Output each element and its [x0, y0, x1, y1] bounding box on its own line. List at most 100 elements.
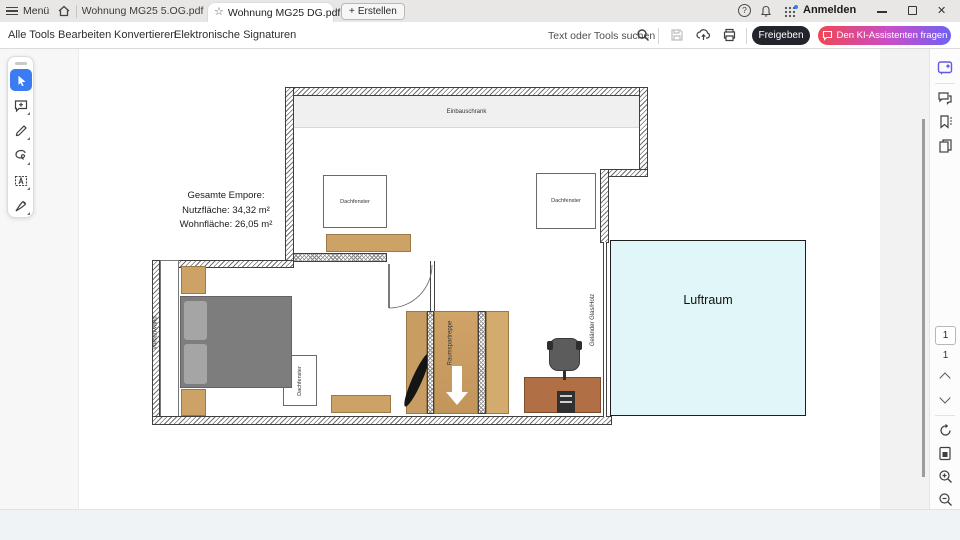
save-icon[interactable] — [670, 28, 684, 42]
quick-tools-palette — [7, 56, 34, 218]
divider — [935, 415, 955, 416]
page-number-input[interactable]: 1 — [935, 326, 956, 345]
window-close-icon[interactable]: ✕ — [937, 4, 946, 17]
create-label: Erstellen — [358, 6, 397, 17]
menu-alle-tools[interactable]: Alle Tools — [8, 29, 55, 41]
tab-wohnung-5og[interactable]: Wohnung MG25 5.OG.pdf — [80, 0, 205, 22]
share-button[interactable]: Freigeben — [752, 26, 810, 45]
notification-dot — [794, 5, 798, 9]
menu-button[interactable]: Menü — [6, 3, 49, 19]
cloud-upload-icon[interactable] — [696, 28, 711, 42]
pages-panel-button[interactable] — [936, 137, 954, 155]
cursor-icon — [15, 74, 28, 87]
zoom-in-button[interactable] — [936, 467, 954, 485]
next-page-button[interactable] — [939, 392, 950, 403]
help-icon[interactable]: ? — [738, 4, 751, 17]
wall-closet-right — [639, 87, 648, 173]
bookmark-icon — [938, 114, 953, 130]
left-tool-strip — [0, 49, 79, 509]
sideboard-top — [326, 234, 411, 252]
apps-grid-icon[interactable] — [784, 5, 798, 18]
ai-assistant-button[interactable]: Den KI-Assistenten fragen — [818, 26, 951, 45]
space-saving-stairs: Raumspartreppe — [434, 311, 478, 414]
comment-tool-button[interactable] — [10, 95, 32, 117]
pdf-page: Einbauschrank Gesamte Empore: Nutzfläche… — [79, 49, 880, 509]
right-tool-panel: 1 1 — [929, 49, 960, 509]
lasso-icon — [14, 149, 28, 163]
notifications-bell-icon[interactable] — [760, 5, 772, 18]
vorbauwand-cavity — [160, 260, 179, 425]
ai-button-label: Den KI-Assistenten fragen — [837, 30, 948, 41]
wall-notch — [607, 169, 648, 177]
bookmarks-panel-button[interactable] — [936, 113, 954, 131]
select-tool-button[interactable] — [10, 69, 32, 91]
divider — [658, 28, 659, 44]
plus-icon: + — [349, 6, 355, 17]
previous-page-button[interactable] — [939, 372, 950, 383]
ai-sparkle-bubble-icon — [937, 60, 954, 77]
pillow — [184, 301, 207, 340]
submenu-indicator — [27, 212, 30, 215]
desk — [524, 377, 601, 413]
chair-armrest — [547, 341, 553, 350]
stairs-divider-wall — [478, 311, 486, 414]
draw-tool-button[interactable] — [10, 120, 32, 142]
zoom-in-icon — [938, 469, 953, 484]
ai-assistant-panel-button[interactable] — [936, 59, 954, 77]
office-chair — [549, 338, 580, 371]
wardrobe — [486, 311, 509, 414]
text-box-tool-button[interactable] — [10, 170, 32, 192]
create-button[interactable]: + Erstellen — [341, 3, 405, 20]
window-minimize-icon[interactable] — [877, 11, 887, 13]
stairs-divider-wall — [427, 311, 434, 414]
submenu-indicator — [27, 162, 30, 165]
window-maximize-icon[interactable] — [908, 6, 917, 15]
page-view-icon — [938, 446, 952, 461]
annotation-line-1: Gesamte Empore: — [163, 189, 289, 204]
menu-bearbeiten[interactable]: Bearbeiten — [58, 29, 111, 41]
tab-wohnung-dg[interactable]: ☆ Wohnung MG25 DG.pdf ✕ — [207, 2, 334, 22]
ai-chat-icon — [822, 30, 833, 41]
einbauschrank-label: Einbauschrank — [447, 109, 487, 115]
area-annotation: Gesamte Empore: Nutzfläche: 34,32 m² Woh… — [163, 189, 289, 233]
direction-arrow-shaft — [452, 366, 462, 392]
gelaender-label: Geländer Glas/Holz — [590, 294, 596, 346]
direction-arrow-head — [446, 392, 468, 405]
divider — [746, 28, 747, 44]
skylight-window-2: Dachfenster — [536, 173, 596, 229]
hamburger-icon — [6, 7, 18, 16]
star-icon[interactable]: ☆ — [214, 7, 224, 18]
divider — [76, 5, 77, 18]
submenu-indicator — [27, 187, 30, 190]
fill-sign-tool-button[interactable] — [10, 195, 32, 217]
chair-armrest — [576, 341, 582, 350]
comments-icon — [937, 90, 953, 106]
rotate-page-button[interactable] — [936, 421, 954, 439]
zoom-out-button[interactable] — [936, 490, 954, 508]
comments-panel-button[interactable] — [936, 89, 954, 107]
dachfenster-label: Dachfenster — [297, 366, 303, 396]
print-icon[interactable] — [722, 28, 737, 42]
menu-konvertieren[interactable]: Konvertieren — [114, 29, 176, 41]
page-total: 1 — [935, 350, 956, 361]
dachfenster-label: Dachfenster — [340, 199, 370, 205]
submenu-indicator — [27, 137, 30, 140]
sideboard-bottom — [331, 395, 391, 413]
acrobat-title-bar: Menü Wohnung MG25 5.OG.pdf ☆ Wohnung MG2… — [0, 0, 960, 22]
active-tab-label: Wohnung MG25 DG.pdf — [228, 7, 340, 19]
railing-line — [603, 242, 607, 417]
lasso-tool-button[interactable] — [10, 145, 32, 167]
wall-bottom — [152, 416, 612, 425]
windows-taskbar: Suche 17: — [0, 509, 960, 540]
wall-top — [285, 87, 648, 96]
search-icon[interactable] — [636, 28, 650, 42]
palette-drag-handle[interactable] — [15, 62, 27, 65]
comment-add-icon — [14, 99, 28, 113]
zoom-out-icon — [938, 492, 953, 507]
vertical-scrollbar[interactable] — [922, 119, 925, 477]
menu-e-signaturen[interactable]: Elektronische Signaturen — [174, 29, 296, 41]
page-view-button[interactable] — [936, 444, 954, 462]
pages-icon — [938, 138, 953, 154]
home-icon[interactable] — [57, 4, 71, 18]
sign-in-button[interactable]: Anmelden — [803, 4, 856, 16]
